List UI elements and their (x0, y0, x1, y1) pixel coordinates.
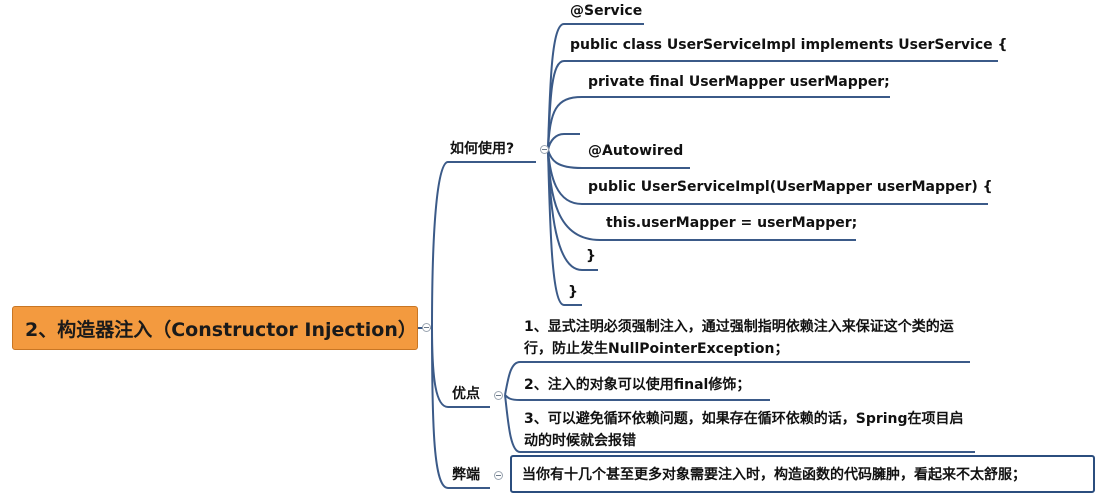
advantage-item[interactable]: 2、注入的对象可以使用final修饰； (524, 374, 750, 396)
branch-usage[interactable]: 如何使用? (450, 138, 514, 160)
branch-disadvantages[interactable]: 弊端 (452, 464, 480, 486)
code-line[interactable]: public class UserServiceImpl implements … (570, 34, 1007, 56)
advantage-item[interactable]: 3、可以避免循环依赖问题，如果存在循环依赖的话，Spring在项目启动的时候就会… (524, 408, 976, 452)
connector-usage (431, 161, 449, 329)
collapse-toggle-icon[interactable] (540, 145, 549, 154)
code-line[interactable]: @Autowired (588, 140, 683, 162)
connector-advantages (431, 327, 449, 408)
collapse-toggle-icon[interactable] (494, 391, 503, 400)
code-line[interactable]: } (568, 281, 578, 303)
disadvantage-item-selected[interactable]: 当你有十几个甚至更多对象需要注入时，构造函数的代码臃肿，看起来不太舒服； (510, 455, 1095, 493)
code-line[interactable]: private final UserMapper userMapper; (588, 71, 890, 93)
disadvantage-item-label: 当你有十几个甚至更多对象需要注入时，构造函数的代码臃肿，看起来不太舒服； (522, 467, 1026, 483)
root-topic[interactable]: 2、构造器注入（Constructor Injection） (12, 306, 418, 350)
connector-disadvantages (431, 327, 449, 489)
mind-map: 2、构造器注入（Constructor Injection） 如何使用? 优点 … (0, 0, 1106, 503)
code-line[interactable]: this.userMapper = userMapper; (606, 212, 857, 234)
branch-advantages[interactable]: 优点 (452, 383, 480, 405)
collapse-toggle-icon[interactable] (494, 471, 503, 480)
code-line[interactable]: } (586, 245, 596, 267)
code-line[interactable]: @Service (570, 0, 642, 22)
code-line[interactable]: public UserServiceImpl(UserMapper userMa… (588, 176, 993, 198)
collapse-toggle-icon[interactable] (422, 323, 431, 332)
root-topic-label: 2、构造器注入（Constructor Injection） (25, 318, 417, 341)
advantages-child-connectors (504, 361, 521, 453)
advantage-item[interactable]: 1、显式注明必须强制注入，通过强制指明依赖注入来保证这个类的运行，防止发生Nul… (524, 316, 970, 360)
